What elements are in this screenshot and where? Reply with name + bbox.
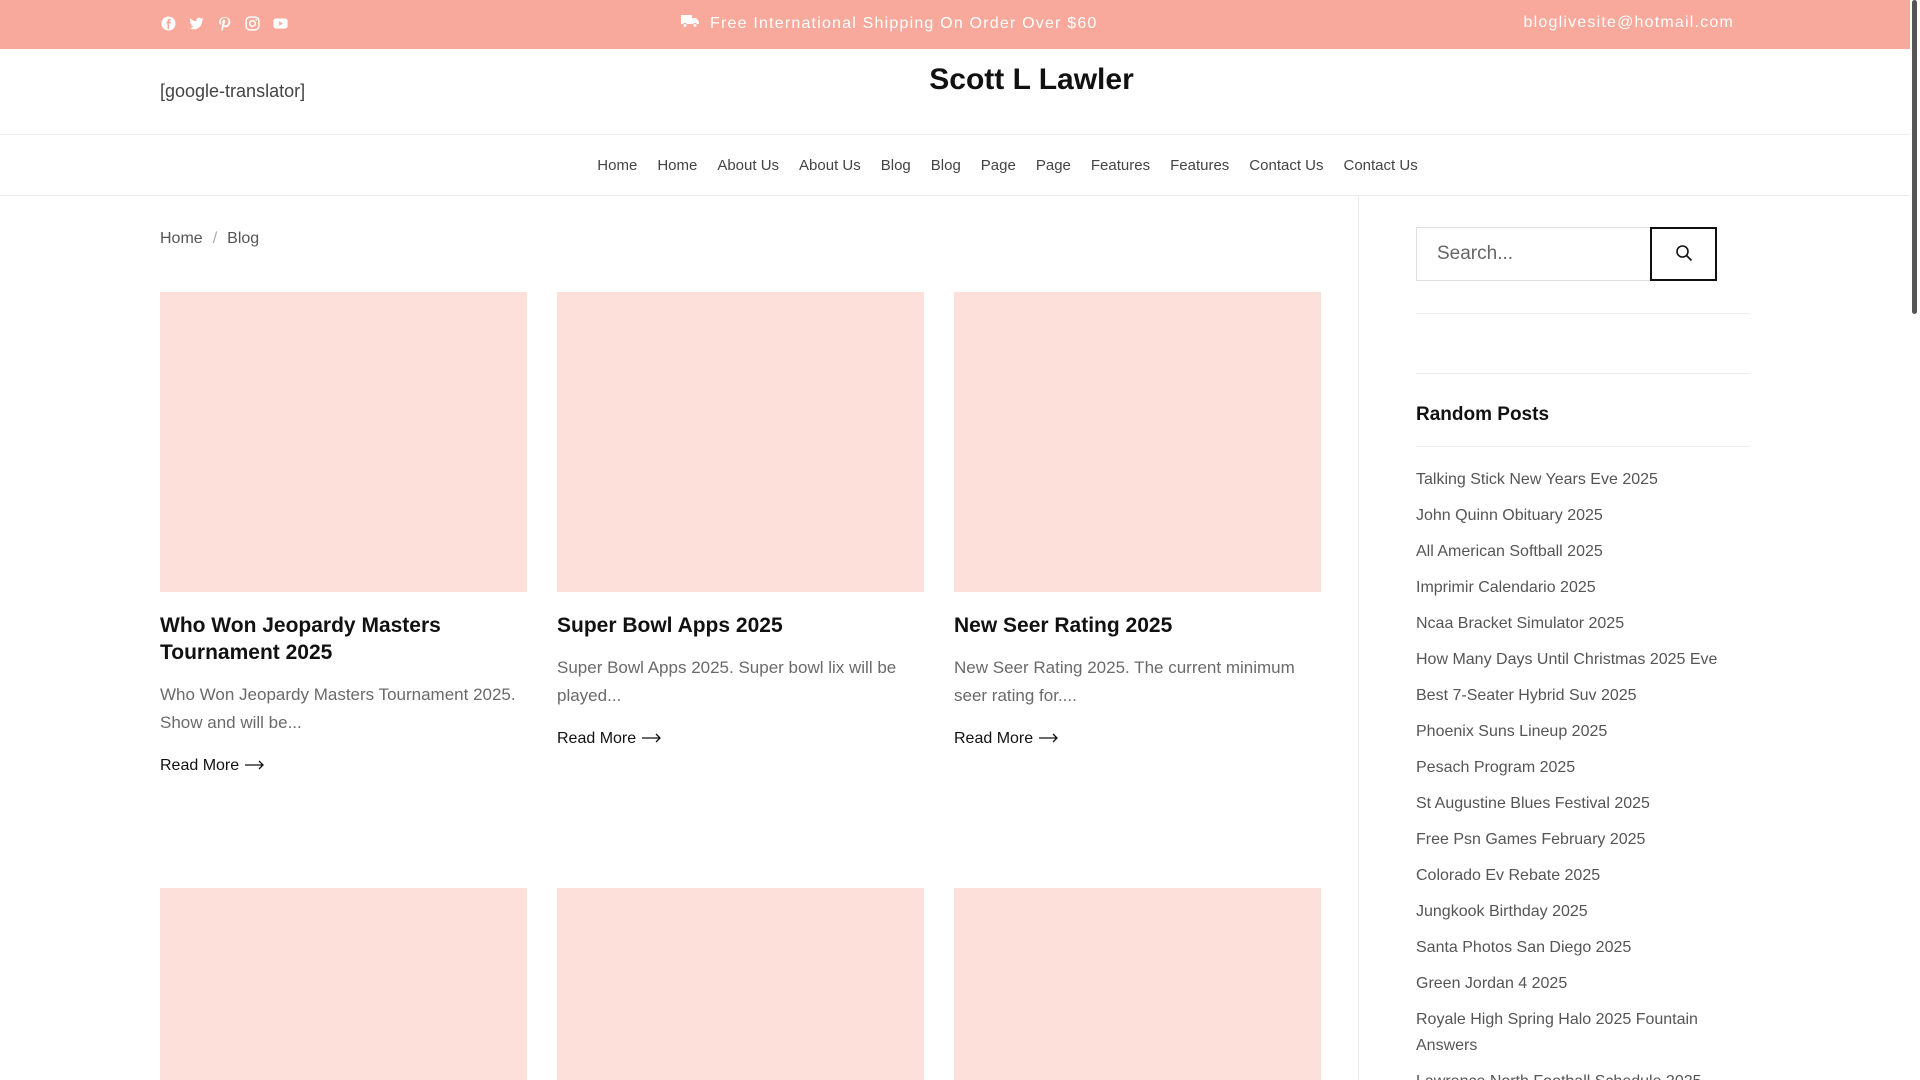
- promo-text: Free International Shipping On Order Ove…: [710, 14, 1098, 32]
- nav-features[interactable]: Features: [1170, 157, 1229, 174]
- random-posts-list: Talking Stick New Years Eve 2025 John Qu…: [1416, 467, 1750, 1080]
- post-card: Super Bowl Apps 2025 Super Bowl Apps 202…: [557, 292, 924, 748]
- instagram-icon[interactable]: [244, 14, 260, 32]
- breadcrumb-separator: /: [212, 230, 218, 247]
- post-card: New Seer Rating 2025 New Seer Rating 202…: [954, 292, 1321, 748]
- post-thumbnail[interactable]: [160, 292, 527, 592]
- nav-features[interactable]: Features: [1091, 157, 1150, 174]
- post-thumbnail[interactable]: [954, 292, 1321, 592]
- nav-home[interactable]: Home: [657, 157, 697, 174]
- post-title[interactable]: Who Won Jeopardy Masters Tournament 2025: [160, 612, 527, 666]
- arrow-right-icon: [245, 757, 265, 775]
- facebook-icon[interactable]: [160, 14, 176, 32]
- post-thumbnail[interactable]: [160, 888, 527, 1080]
- read-more-link[interactable]: Read More: [160, 757, 527, 775]
- random-post-link[interactable]: Imprimir Calendario 2025: [1416, 575, 1750, 601]
- random-post-link[interactable]: Santa Photos San Diego 2025: [1416, 935, 1750, 961]
- twitter-icon[interactable]: [188, 14, 204, 32]
- random-post-link[interactable]: St Augustine Blues Festival 2025: [1416, 791, 1750, 817]
- breadcrumb: Home / Blog: [160, 230, 259, 248]
- search-button[interactable]: [1650, 227, 1717, 281]
- search-form: [1416, 227, 1717, 281]
- post-card: Who Won Jeopardy Masters Tournament 2025…: [160, 292, 527, 775]
- read-more-link[interactable]: Read More: [557, 730, 924, 748]
- read-more-link[interactable]: Read More: [954, 730, 1321, 748]
- pinterest-icon[interactable]: [216, 14, 232, 32]
- arrow-right-icon: [1039, 730, 1059, 748]
- arrow-right-icon: [642, 730, 662, 748]
- post-title[interactable]: New Seer Rating 2025: [954, 612, 1321, 639]
- breadcrumb-current: Blog: [227, 230, 260, 247]
- random-post-link[interactable]: All American Softball 2025: [1416, 539, 1750, 565]
- nav-about-us[interactable]: About Us: [799, 157, 861, 174]
- post-thumbnail[interactable]: [557, 292, 924, 592]
- random-post-link[interactable]: Ncaa Bracket Simulator 2025: [1416, 611, 1750, 637]
- site-title[interactable]: Scott L Lawler: [0, 63, 1920, 97]
- random-post-link[interactable]: Lawrence North Football Schedule 2025: [1416, 1069, 1750, 1080]
- random-post-link[interactable]: Jungkook Birthday 2025: [1416, 899, 1750, 925]
- sidebar-divider: [1416, 446, 1750, 447]
- site-header: [google-translator] Scott L Lawler: [0, 49, 1910, 135]
- random-post-link[interactable]: Royale High Spring Halo 2025 Fountain An…: [1416, 1007, 1750, 1059]
- post-excerpt: Super Bowl Apps 2025. Super bowl lix wil…: [557, 658, 897, 705]
- read-more-label: Read More: [557, 730, 637, 747]
- shipping-promo: Free International Shipping On Order Ove…: [680, 13, 1098, 34]
- random-post-link[interactable]: Talking Stick New Years Eve 2025: [1416, 467, 1750, 493]
- nav-page[interactable]: Page: [1036, 157, 1071, 174]
- youtube-icon[interactable]: [272, 14, 288, 32]
- post-excerpt: Who Won Jeopardy Masters Tournament 2025…: [160, 685, 516, 732]
- content-sidebar-divider: [1358, 196, 1359, 1080]
- random-post-link[interactable]: Green Jordan 4 2025: [1416, 971, 1750, 997]
- page-scrollbar[interactable]: [1910, 0, 1920, 1080]
- scrollbar-thumb[interactable]: [1912, 0, 1917, 314]
- nav-home[interactable]: Home: [597, 157, 637, 174]
- search-input[interactable]: [1416, 227, 1650, 281]
- nav-blog[interactable]: Blog: [931, 157, 961, 174]
- random-posts-title: Random Posts: [1416, 404, 1550, 425]
- truck-icon: [680, 13, 700, 34]
- post-excerpt: New Seer Rating 2025. The current minimu…: [954, 658, 1295, 705]
- top-bar: Free International Shipping On Order Ove…: [0, 0, 1910, 49]
- breadcrumb-home[interactable]: Home: [160, 230, 203, 248]
- post-thumbnail[interactable]: [954, 888, 1321, 1080]
- post-title[interactable]: Super Bowl Apps 2025: [557, 612, 924, 639]
- sidebar-divider: [1416, 313, 1750, 314]
- social-links: [160, 14, 288, 32]
- random-post-link[interactable]: Free Psn Games February 2025: [1416, 827, 1750, 853]
- search-icon: [1675, 244, 1693, 265]
- nav-page[interactable]: Page: [981, 157, 1016, 174]
- nav-contact-us[interactable]: Contact Us: [1344, 157, 1418, 174]
- nav-contact-us[interactable]: Contact Us: [1249, 157, 1323, 174]
- random-post-link[interactable]: Pesach Program 2025: [1416, 755, 1750, 781]
- nav-blog[interactable]: Blog: [881, 157, 911, 174]
- random-post-link[interactable]: How Many Days Until Christmas 2025 Eve: [1416, 647, 1750, 673]
- sidebar-divider: [1416, 373, 1750, 374]
- random-post-link[interactable]: Colorado Ev Rebate 2025: [1416, 863, 1750, 889]
- contact-email[interactable]: bloglivesite@hotmail.com: [1524, 14, 1734, 32]
- random-post-link[interactable]: John Quinn Obituary 2025: [1416, 503, 1750, 529]
- read-more-label: Read More: [160, 757, 240, 774]
- read-more-label: Read More: [954, 730, 1034, 747]
- random-post-link[interactable]: Phoenix Suns Lineup 2025: [1416, 719, 1750, 745]
- random-post-link[interactable]: Best 7-Seater Hybrid Suv 2025: [1416, 683, 1750, 709]
- nav-about-us[interactable]: About Us: [717, 157, 779, 174]
- main-nav: Home Home About Us About Us Blog Blog Pa…: [0, 135, 1910, 196]
- post-thumbnail[interactable]: [557, 888, 924, 1080]
